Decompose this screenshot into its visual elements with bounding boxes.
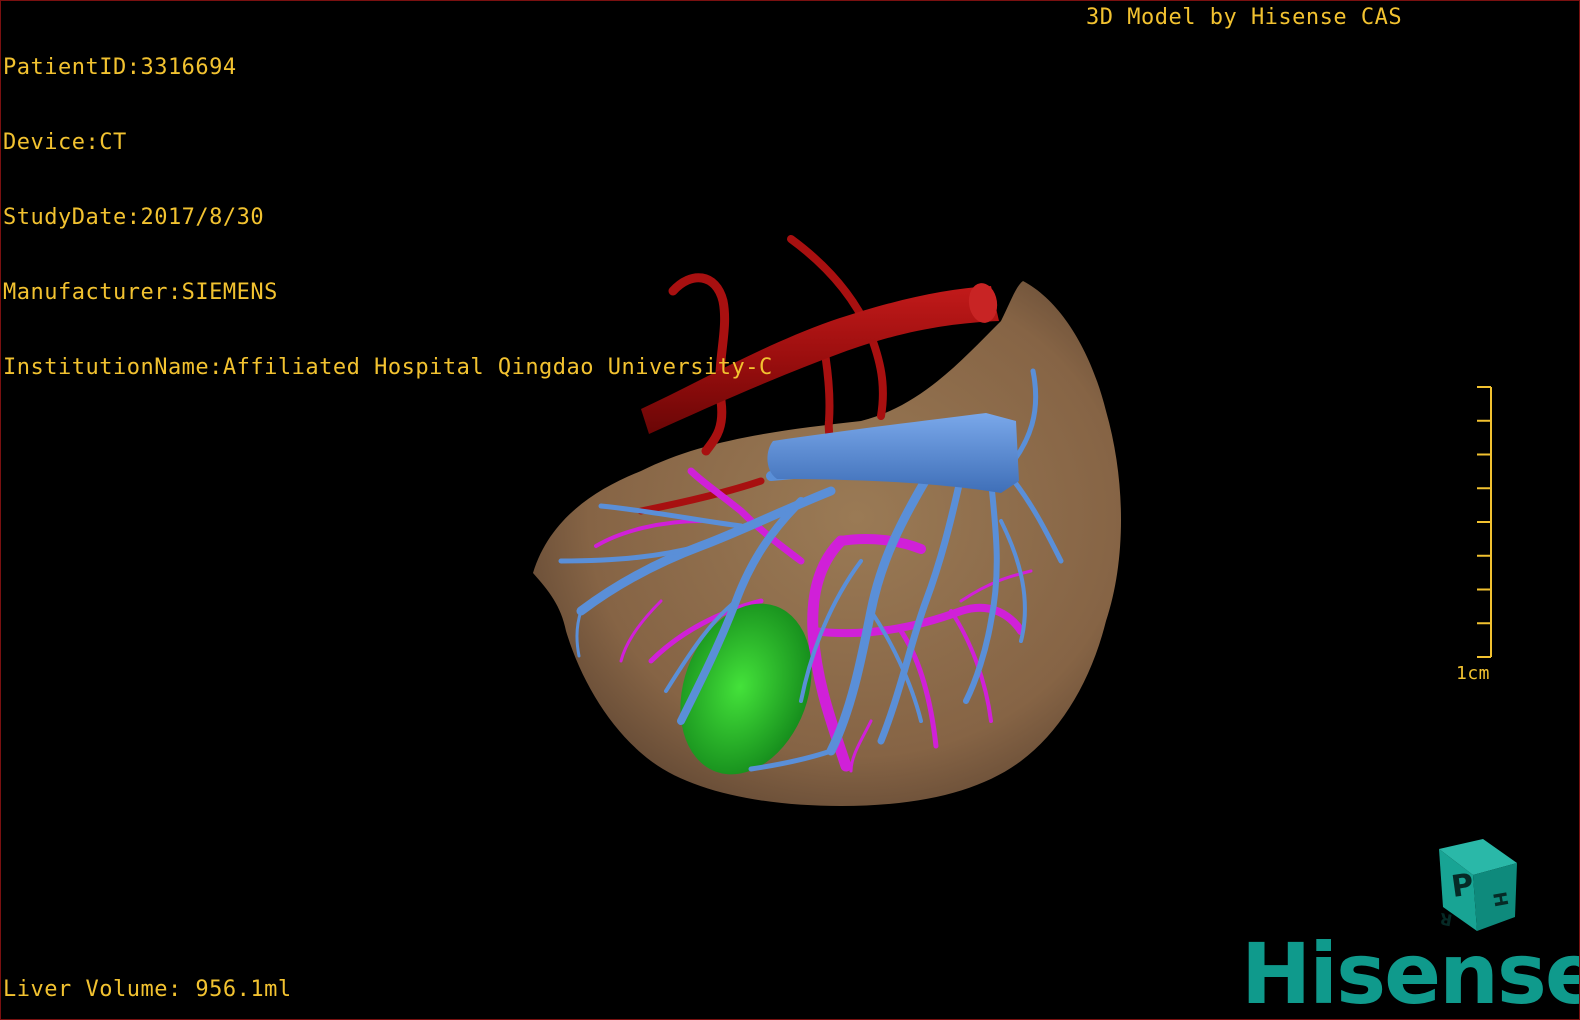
- patient-info-overlay: PatientID:3316694 Device:CT StudyDate:20…: [3, 5, 773, 430]
- manufacturer-text: Manufacturer:SIEMENS: [3, 280, 278, 305]
- patient-id-text: PatientID:3316694: [3, 55, 237, 80]
- 3d-viewport[interactable]: PatientID:3316694 Device:CT StudyDate:20…: [0, 0, 1580, 1020]
- study-date-text: StudyDate:2017/8/30: [3, 205, 265, 230]
- hisense-logo: Hisense: [1241, 925, 1580, 1020]
- scale-bar-label: 1cm: [1456, 663, 1491, 684]
- device-text: Device:CT: [3, 130, 127, 155]
- scale-bar: [1477, 386, 1492, 658]
- institution-text: InstitutionName:Affiliated Hospital Qing…: [3, 355, 773, 380]
- orientation-cube[interactable]: P H R: [1421, 835, 1521, 935]
- model-caption: 3D Model by Hisense CAS: [1086, 5, 1403, 30]
- liver-volume-text: Liver Volume: 956.1ml: [3, 977, 292, 1002]
